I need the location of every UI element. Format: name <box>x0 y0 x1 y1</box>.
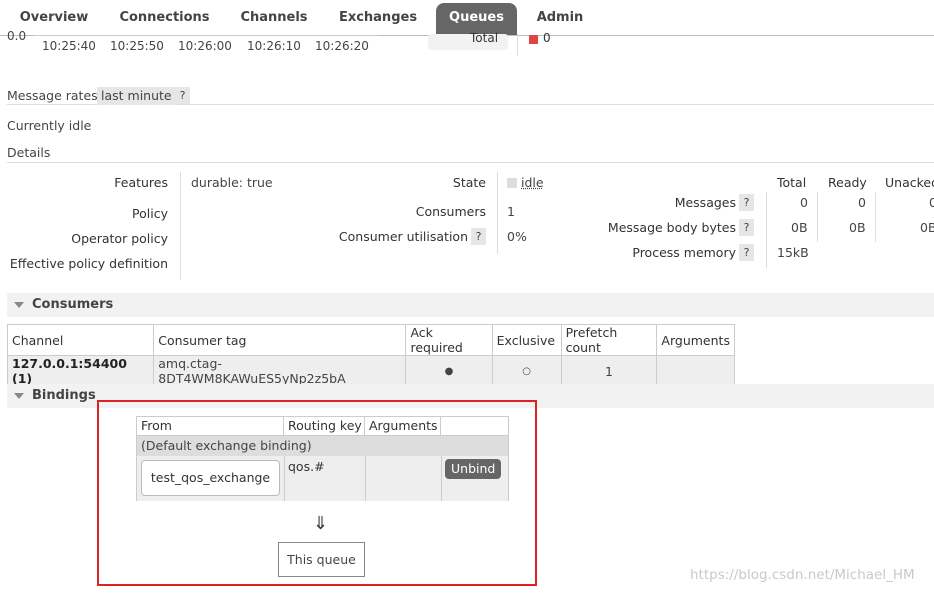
divider <box>497 172 498 254</box>
process-memory-label: Process memory <box>632 245 736 260</box>
chart-x-tick: 10:25:40 <box>42 39 96 53</box>
features-value: durable: true <box>191 175 273 190</box>
body-bytes-unacked: 0B <box>920 220 934 235</box>
col-ready-header: Ready <box>828 175 867 190</box>
state-label: State <box>452 175 486 190</box>
status-text: Currently idle <box>7 118 92 133</box>
legend-swatch <box>529 35 538 44</box>
channel-link[interactable]: 127.0.0.1:54400 (1) <box>6 355 155 387</box>
chart-y-tick: 0.0 <box>7 29 27 43</box>
col-prefetch-count: Prefetch count <box>560 324 658 356</box>
divider <box>284 456 285 501</box>
message-body-bytes-label: Message body bytes <box>607 220 736 235</box>
consumer-utilisation-label: Consumer utilisation <box>338 229 468 244</box>
bindings-header-row: From Routing key Arguments <box>137 417 508 436</box>
col-ack-required: Ack required <box>405 324 493 356</box>
help-icon[interactable]: ? <box>739 244 754 261</box>
ack-required-indicator: ● <box>405 355 493 387</box>
col-routing-key: Routing key <box>284 417 365 436</box>
table-row: test_qos_exchange qos.# Unbind <box>137 456 508 501</box>
collapse-arrow-icon <box>14 393 24 399</box>
body-bytes-ready: 0B <box>849 220 866 235</box>
consumers-table: Channel Consumer tag Ack required Exclus… <box>6 324 735 387</box>
exchange-link[interactable]: test_qos_exchange <box>141 460 280 496</box>
col-arguments: Arguments <box>656 324 735 356</box>
col-exclusive: Exclusive <box>491 324 562 356</box>
col-channel: Channel <box>6 324 155 356</box>
routing-key-value: qos.# <box>288 459 325 474</box>
divider <box>365 456 366 501</box>
exclusive-indicator: ○ <box>491 355 562 387</box>
divider <box>817 192 818 242</box>
policy-label: Policy <box>132 206 168 221</box>
help-icon[interactable]: ? <box>471 228 486 245</box>
consumer-utilisation-value: 0% <box>507 229 527 244</box>
divider <box>766 192 767 268</box>
tab-connections[interactable]: Connections <box>112 3 217 35</box>
message-rates-bar: Message rates last minute ? <box>7 87 934 105</box>
col-unacked-header: Unacked <box>885 175 934 190</box>
bindings-title: Bindings <box>32 388 96 403</box>
this-queue-box: This queue <box>278 542 365 577</box>
messages-ready: 0 <box>858 195 866 210</box>
col-total-header: Total <box>777 175 807 190</box>
chart-x-tick: 10:26:20 <box>315 39 369 53</box>
operator-policy-label: Operator policy <box>71 231 168 246</box>
help-icon[interactable]: ? <box>739 219 754 236</box>
divider <box>875 192 876 242</box>
unbind-button[interactable]: Unbind <box>445 459 502 479</box>
consumer-tag: amq.ctag-8DT4WM8KAWuES5yNp2z5bA <box>153 355 407 387</box>
details-heading: Details <box>7 145 934 163</box>
messages-label: Messages <box>674 195 736 210</box>
message-rates-label: Message rates <box>7 88 98 103</box>
divider <box>180 172 181 280</box>
collapse-arrow-icon <box>14 302 24 308</box>
process-memory-value: 15kB <box>777 245 809 260</box>
bindings-table: From Routing key Arguments (Default exch… <box>136 416 509 501</box>
chart-x-tick: 10:26:00 <box>178 39 232 53</box>
chart-legend-total-label: Total <box>470 31 499 45</box>
chart-x-tick: 10:26:10 <box>247 39 301 53</box>
consumers-label: Consumers <box>415 204 486 219</box>
tab-admin[interactable]: Admin <box>526 3 594 35</box>
body-bytes-total: 0B <box>791 220 808 235</box>
chart-x-tick: 10:25:50 <box>110 39 164 53</box>
tab-exchanges[interactable]: Exchanges <box>330 3 426 35</box>
col-from: From <box>137 417 284 436</box>
help-icon[interactable]: ? <box>739 194 754 211</box>
tab-channels[interactable]: Channels <box>232 3 316 35</box>
help-icon[interactable]: ? <box>175 87 190 104</box>
col-consumer-tag: Consumer tag <box>153 324 407 356</box>
effective-policy-label: Effective policy definition <box>9 256 168 271</box>
chart-x-axis <box>34 35 379 36</box>
default-binding-row: (Default exchange binding) <box>137 436 508 456</box>
prefetch-count: 1 <box>560 355 658 387</box>
divider <box>517 34 518 56</box>
messages-unacked: 0 <box>929 195 934 210</box>
consumers-section-header[interactable]: Consumers <box>7 293 934 317</box>
messages-total: 0 <box>800 195 808 210</box>
divider <box>441 456 442 501</box>
rate-range-selector[interactable]: last minute <box>97 87 176 105</box>
consumer-arguments <box>656 355 735 387</box>
watermark: https://blog.csdn.net/Michael_HM <box>690 567 915 583</box>
consumers-value: 1 <box>507 204 515 219</box>
state-indicator <box>507 178 517 188</box>
consumers-title: Consumers <box>32 297 114 312</box>
down-arrow-icon: ⇓ <box>313 513 329 534</box>
chart-legend-total-value: 0 <box>543 31 551 45</box>
table-row: 127.0.0.1:54400 (1) amq.ctag-8DT4WM8KAWu… <box>6 355 735 387</box>
col-binding-arguments: Arguments <box>365 417 441 436</box>
top-nav: Overview Connections Channels Exchanges … <box>0 0 934 36</box>
features-label: Features <box>114 175 168 190</box>
state-value: idle <box>521 175 544 190</box>
